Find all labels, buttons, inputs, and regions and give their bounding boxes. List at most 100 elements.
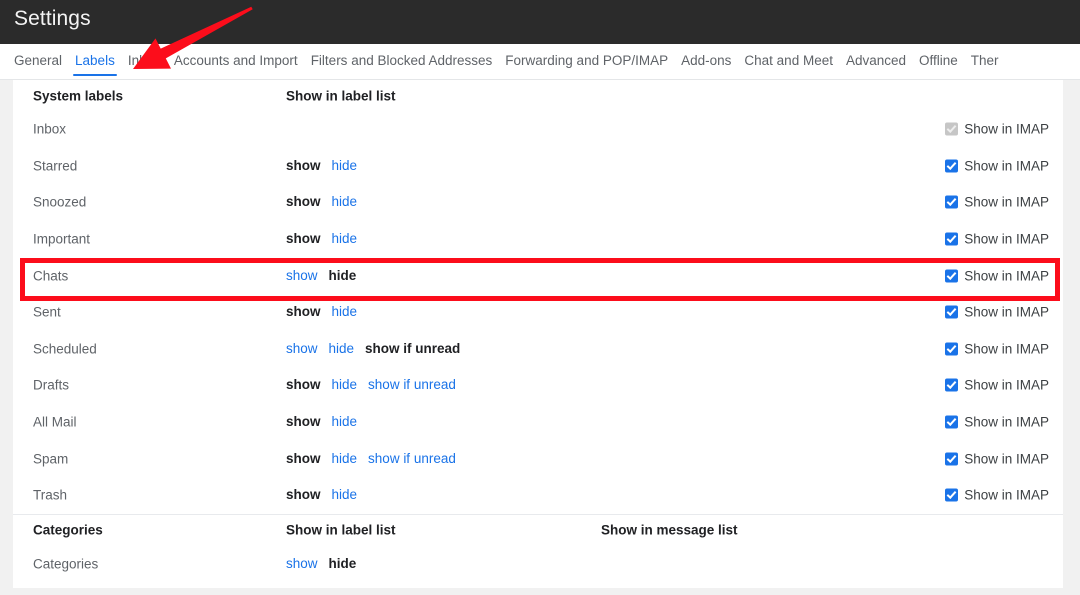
checkbox-icon[interactable] [945,378,959,392]
checkbox-icon[interactable] [945,488,959,502]
table-row: Scheduled show hide show if unread Show in I… [13,331,1063,368]
link-show: show [286,450,321,466]
label-name: Snoozed [33,194,87,210]
column-header-show-in-message-list: Show in message list [601,522,738,538]
link-show-if-unread[interactable]: show if unread [368,451,456,466]
imap-toggle[interactable]: Show in IMAP [945,305,1049,320]
right-gutter [1063,80,1080,595]
table-row: Categories show hide [13,546,1063,583]
checkbox-icon [945,122,959,136]
label-visibility-links: show hide [286,193,357,211]
label-visibility-links: show hide [286,157,357,175]
system-labels-header-row: System labels Show in label list [13,80,1063,111]
label-name: Chats [33,268,69,284]
imap-label: Show in IMAP [964,414,1049,430]
link-show: show [286,304,321,320]
label-name: All Mail [33,414,77,430]
link-hide[interactable]: hide [332,158,358,173]
link-hide[interactable]: hide [332,451,358,466]
label-name: Scheduled [33,341,97,357]
imap-toggle[interactable]: Show in IMAP [945,415,1049,430]
link-show: show [286,157,321,173]
page-title: Settings [14,7,91,30]
column-header-system-labels: System labels [33,88,124,103]
table-row: Snoozed show hide Show in IMAP [13,184,1063,221]
link-show[interactable]: show [286,556,318,571]
table-row: Sent show hide Show in IMAP [13,294,1063,331]
tab-inbox[interactable]: Inbox [128,44,161,76]
label-visibility-links: show hide show if unread [286,340,460,358]
link-hide[interactable]: hide [332,377,358,392]
link-show: show [286,487,321,503]
tab-filters-and-blocked-addresses[interactable]: Filters and Blocked Addresses [311,44,493,76]
tab-forwarding-and-pop-imap[interactable]: Forwarding and POP/IMAP [505,44,668,76]
imap-label: Show in IMAP [964,487,1049,503]
imap-toggle[interactable]: Show in IMAP [945,451,1049,466]
link-show: show [286,414,321,430]
imap-label: Show in IMAP [964,194,1049,210]
imap-label: Show in IMAP [964,341,1049,357]
table-row: Chats show hide Show in IMAP [13,257,1063,294]
checkbox-icon[interactable] [945,232,959,246]
link-hide[interactable]: hide [332,487,358,502]
link-hide[interactable]: hide [332,304,358,319]
column-header-show-in-label-list: Show in label list [286,88,396,103]
link-show[interactable]: show [286,341,318,356]
label-name: Starred [33,158,78,174]
imap-label: Show in IMAP [964,231,1049,247]
tab-labels[interactable]: Labels [73,44,117,76]
imap-toggle[interactable]: Show in IMAP [945,232,1049,247]
tab-chat-and-meet[interactable]: Chat and Meet [744,44,833,76]
checkbox-icon[interactable] [945,415,959,429]
checkbox-icon[interactable] [945,159,959,173]
settings-tabstrip: General Labels Inbox Accounts and Import Fil… [0,44,1080,80]
checkbox-icon[interactable] [945,195,959,209]
label-visibility-links: show hide [286,486,357,504]
label-visibility-links: show hide [286,413,357,431]
label-visibility-links: show hide [286,230,357,248]
link-show-if-unread[interactable]: show if unread [368,377,456,392]
link-hide[interactable]: hide [332,414,358,429]
link-show: show [286,231,321,247]
table-row: Spam show hide show if unread Show in IMAP [13,440,1063,477]
checkbox-icon[interactable] [945,342,959,356]
label-name: Inbox [33,121,67,137]
column-header-categories: Categories [33,522,103,538]
imap-toggle[interactable]: Show in IMAP [945,195,1049,210]
link-hide[interactable]: hide [329,341,355,356]
imap-toggle[interactable]: Show in IMAP [945,378,1049,393]
link-hide[interactable]: hide [332,194,358,209]
imap-toggle[interactable]: Show in IMAP [945,268,1049,283]
system-labels-section: System labels Show in label list Inbox Show… [13,80,1063,514]
label-visibility-links: show hide show if unread [286,450,456,468]
categories-section: Categories Show in label list Show in mess… [13,515,1063,583]
label-name: Spam [33,451,69,467]
tab-accounts-and-import[interactable]: Accounts and Import [174,44,298,76]
link-show[interactable]: show [286,268,318,283]
tab-ther[interactable]: Ther [971,44,999,76]
imap-toggle[interactable]: Show in IMAP [945,488,1049,503]
label-name: Trash [33,487,68,503]
checkbox-icon[interactable] [945,269,959,283]
label-visibility-links: show hide show if unread [286,376,456,394]
imap-toggle[interactable]: Show in IMAP [945,158,1049,173]
bottom-gutter [0,588,1080,595]
checkbox-icon[interactable] [945,305,959,319]
tab-offline[interactable]: Offline [919,44,958,76]
column-header-show-in-label-list: Show in label list [286,522,396,538]
window-titlebar: Settings [0,0,1080,44]
tab-advanced[interactable]: Advanced [846,44,906,76]
imap-label: Show in IMAP [964,377,1049,393]
label-name: Sent [33,304,61,320]
category-name: Categories [33,556,99,572]
link-hide: hide [328,267,357,283]
link-hide[interactable]: hide [332,231,358,246]
imap-label: Show in IMAP [964,121,1049,137]
imap-toggle[interactable]: Show in IMAP [945,341,1049,356]
tab-add-ons[interactable]: Add-ons [681,44,731,76]
tab-general[interactable]: General [14,44,62,76]
table-row: Inbox Show in IMAP [13,111,1063,148]
checkbox-icon[interactable] [945,452,959,466]
imap-label: Show in IMAP [964,158,1049,174]
label-visibility-links: show hide [286,303,357,321]
